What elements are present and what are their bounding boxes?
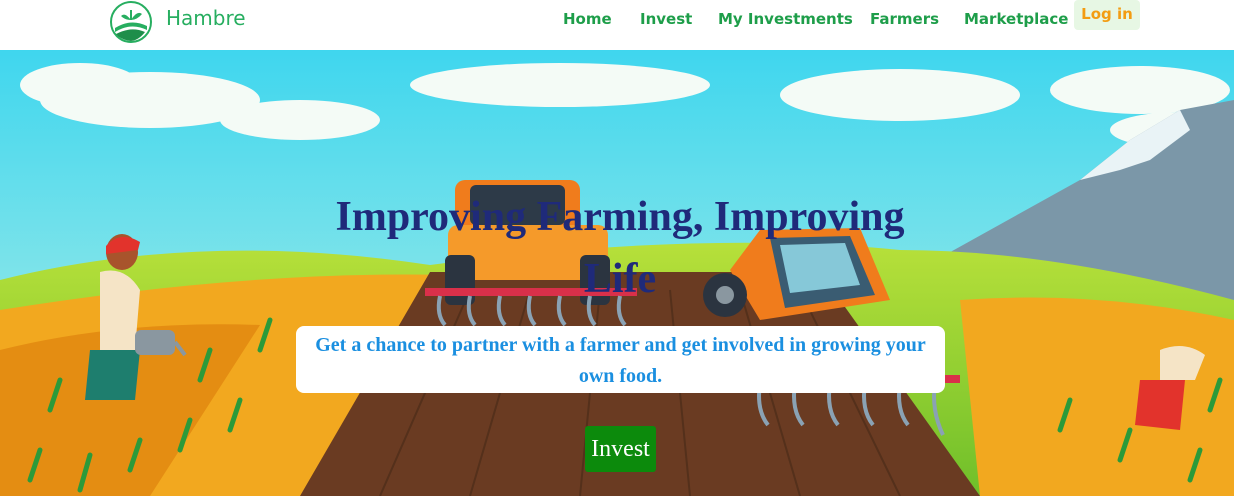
invest-button[interactable]: Invest [585,426,656,472]
hero-section: Improving Farming, Improving Life Get a … [0,50,1234,496]
hero-headline: Improving Farming, Improving Life [335,194,905,302]
nav-farmers[interactable]: Farmers [870,10,939,28]
login-button[interactable]: Log in [1074,0,1140,30]
nav-marketplace[interactable]: Marketplace [964,10,1068,28]
nav-invest[interactable]: Invest [640,10,692,28]
top-navbar: Hambre Home Invest My Investments Farmer… [0,0,1234,50]
hero-subtitle: Get a chance to partner with a farmer an… [315,334,926,387]
nav-my-investments[interactable]: My Investments [718,10,853,28]
leaf-field-logo-icon[interactable] [109,0,153,44]
nav-home[interactable]: Home [563,10,612,28]
brand-name[interactable]: Hambre [166,6,246,30]
